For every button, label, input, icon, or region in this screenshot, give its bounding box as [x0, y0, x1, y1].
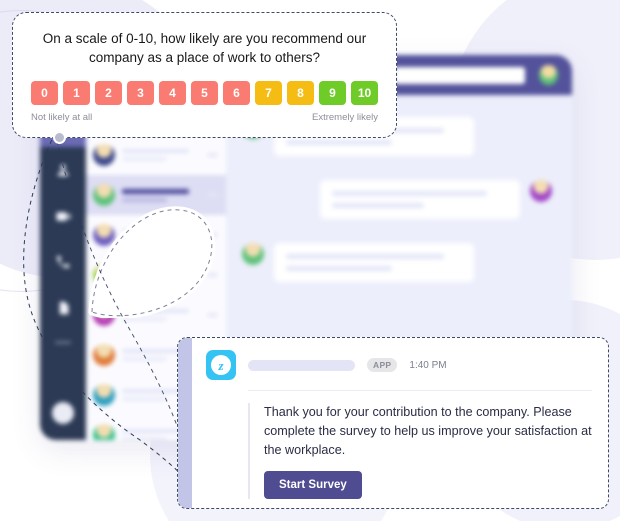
- conversation-message: [242, 243, 552, 282]
- chat-item-preview: [122, 309, 200, 321]
- nps-legend-low: Not likely at all: [31, 112, 93, 124]
- message-content: z APP 1:40 PM Thank you for your contrib…: [192, 338, 608, 508]
- chat-item-time: [207, 273, 218, 277]
- avatar: [93, 304, 115, 326]
- card-accent-bar: [178, 338, 192, 508]
- nps-question: On a scale of 0-10, how likely are you r…: [42, 31, 367, 66]
- avatar: [93, 184, 115, 206]
- video-icon: [55, 211, 71, 221]
- nps-score-6[interactable]: 6: [223, 81, 250, 106]
- avatar[interactable]: [539, 65, 558, 85]
- sidebar-item-documents[interactable]: [40, 285, 86, 331]
- nps-score-1[interactable]: 1: [63, 81, 90, 106]
- message-bubble: [274, 243, 474, 282]
- chat-item-preview: [122, 149, 200, 161]
- nps-score-3[interactable]: 3: [127, 81, 154, 106]
- nps-score-7[interactable]: 7: [255, 81, 282, 106]
- chat-list-item[interactable]: [86, 295, 226, 335]
- avatar: [93, 224, 115, 246]
- chat-list-item[interactable]: [86, 215, 226, 255]
- nps-score-9[interactable]: 9: [319, 81, 346, 106]
- app-logo-glyph: z: [211, 355, 231, 375]
- nps-score-5[interactable]: 5: [191, 81, 218, 106]
- avatar: [93, 384, 115, 406]
- conversation-message: [242, 180, 552, 219]
- chat-item-time: [207, 193, 218, 197]
- nps-legend-high: Extremely likely: [312, 112, 378, 124]
- sidebar-item-contacts[interactable]: [40, 147, 86, 193]
- message-bubble: [320, 180, 520, 219]
- app-badge: APP: [367, 358, 398, 372]
- chat-item-preview: [122, 188, 200, 202]
- chat-list-item[interactable]: [86, 255, 226, 295]
- rail-profile-avatar[interactable]: [52, 402, 74, 424]
- start-survey-button[interactable]: Start Survey: [264, 471, 362, 500]
- chat-item-time: [207, 313, 218, 317]
- rail-divider: [55, 341, 71, 344]
- avatar: [93, 424, 115, 440]
- search-input[interactable]: [394, 66, 526, 84]
- chat-item-time: [207, 233, 218, 237]
- sender-name-placeholder: [248, 359, 355, 371]
- nps-score-10[interactable]: 10: [351, 81, 378, 106]
- sidebar-item-video[interactable]: [40, 193, 86, 239]
- nps-survey-card: On a scale of 0-10, how likely are you r…: [12, 12, 397, 145]
- sidebar-rail: [40, 95, 86, 440]
- message-body-text: Thank you for your contribution to the c…: [264, 405, 592, 458]
- chat-item-preview: [122, 269, 200, 281]
- nps-score-2[interactable]: 2: [95, 81, 122, 106]
- sidebar-item-phone[interactable]: [40, 239, 86, 285]
- message-header: z APP 1:40 PM: [206, 350, 592, 380]
- nps-score-4[interactable]: 4: [159, 81, 186, 106]
- nps-score-8[interactable]: 8: [287, 81, 314, 106]
- message-timestamp: 1:40 PM: [409, 359, 447, 371]
- survey-message-card: z APP 1:40 PM Thank you for your contrib…: [177, 337, 609, 509]
- contacts-icon: [57, 164, 69, 176]
- app-logo-icon: z: [206, 350, 236, 380]
- avatar: [93, 344, 115, 366]
- avatar: [242, 243, 264, 265]
- illustration-stage: On a scale of 0-10, how likely are you r…: [0, 0, 620, 521]
- nps-scale[interactable]: 0 1 2 3 4 5 6 7 8 9 10: [31, 81, 378, 106]
- avatar: [530, 180, 552, 202]
- chat-list-item[interactable]: [86, 135, 226, 175]
- chat-list-item[interactable]: [86, 175, 226, 215]
- nps-score-0[interactable]: 0: [31, 81, 58, 106]
- avatar: [93, 264, 115, 286]
- chat-item-time: [207, 153, 218, 157]
- chat-item-preview: [122, 229, 200, 241]
- avatar: [93, 144, 115, 166]
- phone-icon: [57, 256, 70, 269]
- nps-legend: Not likely at all Extremely likely: [31, 112, 378, 123]
- message-divider: [248, 390, 592, 391]
- message-body-block: Thank you for your contribution to the c…: [248, 403, 592, 500]
- document-icon: [59, 301, 68, 315]
